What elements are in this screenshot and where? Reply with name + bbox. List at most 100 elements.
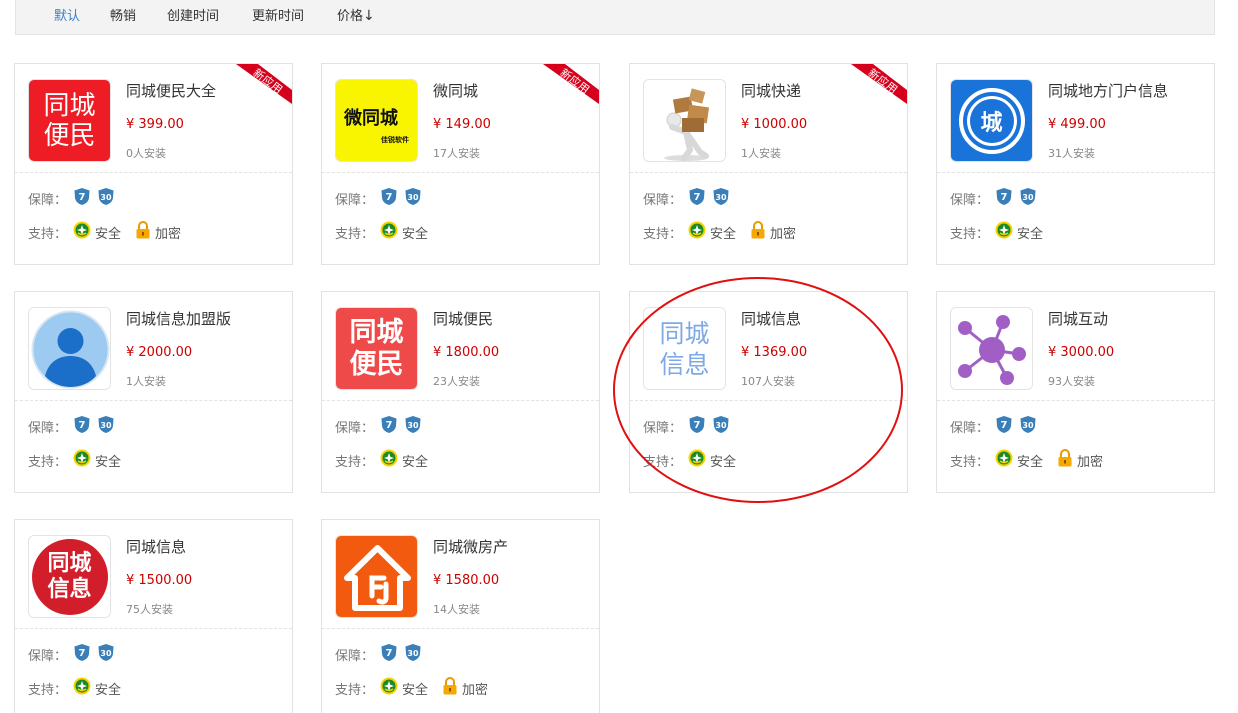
app-card[interactable]: 同城 便民 同城便民大全 ¥ 399.00 0人安装 保障： 7 30 支持： 安… — [14, 63, 293, 265]
app-name[interactable]: 同城信息 — [741, 308, 801, 329]
sort-price[interactable]: 价格↓ — [337, 5, 375, 24]
svg-text:7: 7 — [79, 192, 86, 203]
app-card[interactable]: 同城快递 ¥ 1000.00 1人安装 保障： 7 30 支持： 安全 加密 新… — [629, 63, 908, 265]
app-card[interactable]: 同城 信息 同城信息 ¥ 1369.00 107人安装 保障： 7 30 支持： … — [629, 291, 908, 493]
app-name[interactable]: 微同城 — [433, 80, 478, 101]
new-app-ribbon: 新应用 — [543, 64, 599, 104]
app-installs: 75人安装 — [126, 603, 173, 616]
app-price: ¥ 2000.00 — [126, 345, 193, 360]
app-card[interactable]: 同城 便民 同城便民 ¥ 1800.00 23人安装 保障： 7 30 支持： 安… — [321, 291, 600, 493]
yellow-weitongcheng-icon[interactable]: 微同城 佳锐软件 — [335, 79, 418, 162]
shield-30-day-icon: 30 — [97, 643, 115, 666]
sort-price-label: 价格 — [337, 9, 364, 24]
sort-created-time[interactable]: 创建时间 — [167, 5, 219, 24]
app-price: ¥ 399.00 — [126, 117, 184, 132]
app-price: ¥ 1800.00 — [433, 345, 500, 360]
app-installs: 1人安装 — [126, 375, 166, 388]
app-name[interactable]: 同城便民 — [433, 308, 493, 329]
icon-text: 城 — [969, 98, 1014, 143]
app-card[interactable]: 同城信息加盟版 ¥ 2000.00 1人安装 保障： 7 30 支持： 安全 — [14, 291, 293, 493]
lock-icon — [442, 677, 458, 699]
blue-city-circle-icon[interactable]: 城 — [950, 79, 1033, 162]
support-row: 支持： 安全 — [28, 677, 121, 699]
support-row: 支持： 安全 加密 — [950, 449, 1103, 471]
support-row: 支持： 安全 — [28, 449, 121, 471]
support-row: 支持： 安全 加密 — [335, 677, 488, 699]
icon-text: 同城 — [47, 550, 92, 576]
courier-boxes-icon[interactable] — [643, 79, 726, 162]
svg-text:30: 30 — [715, 193, 727, 202]
guarantee-row: 保障： 7 30 — [643, 415, 736, 438]
safe-shield-icon — [995, 449, 1013, 471]
safe-shield-icon — [995, 221, 1013, 243]
app-name[interactable]: 同城地方门户信息 — [1048, 80, 1168, 101]
support-label: 支持： — [335, 226, 375, 242]
safe-text: 安全 — [95, 682, 122, 698]
app-card[interactable]: 微同城 佳锐软件 微同城 ¥ 149.00 17人安装 保障： 7 30 支持： … — [321, 63, 600, 265]
user-avatar-icon[interactable] — [28, 307, 111, 390]
guarantee-row: 保障： 7 30 — [950, 415, 1043, 438]
app-installs: 17人安装 — [433, 147, 480, 160]
app-card[interactable]: 同城 信息 同城信息 ¥ 1500.00 75人安装 保障： 7 30 支持： 安… — [14, 519, 293, 713]
app-installs: 107人安装 — [741, 375, 795, 388]
svg-text:30: 30 — [100, 649, 112, 658]
svg-text:7: 7 — [79, 648, 86, 659]
red-tongcheng-bianmin-icon[interactable]: 同城 便民 — [28, 79, 111, 162]
support-row: 支持： 安全 加密 — [28, 221, 181, 243]
svg-text:7: 7 — [386, 192, 393, 203]
lock-icon — [1057, 449, 1073, 471]
guarantee-label: 保障： — [335, 421, 375, 436]
safe-text: 安全 — [710, 226, 737, 242]
icon-text: 信息 — [659, 349, 710, 379]
guarantee-label: 保障： — [335, 649, 375, 664]
support-row: 支持： 安全 加密 — [643, 221, 796, 243]
app-card-top: 同城微房产 ¥ 1580.00 14人安装 — [322, 520, 599, 629]
new-app-ribbon: 新应用 — [236, 64, 292, 104]
app-price: ¥ 149.00 — [433, 117, 491, 132]
new-app-ribbon: 新应用 — [851, 64, 907, 104]
app-name[interactable]: 同城微房产 — [433, 536, 508, 557]
support-label: 支持： — [28, 454, 68, 470]
sort-bar: 默认 畅销 创建时间 更新时间 价格↓ — [15, 0, 1215, 35]
encrypt-text: 加密 — [1077, 454, 1104, 470]
purple-network-icon[interactable] — [950, 307, 1033, 390]
icon-text: 佳锐软件 — [381, 136, 409, 144]
svg-text:7: 7 — [1001, 420, 1008, 431]
shield-7-day-icon: 7 — [73, 415, 91, 438]
app-name[interactable]: 同城互动 — [1048, 308, 1108, 329]
app-price: ¥ 1369.00 — [741, 345, 808, 360]
shield-30-day-icon: 30 — [1019, 187, 1037, 210]
encrypt-text: 加密 — [155, 226, 182, 242]
app-installs: 31人安装 — [1048, 147, 1095, 160]
light-blue-tongcheng-xinxi-icon[interactable]: 同城 信息 — [643, 307, 726, 390]
sort-default[interactable]: 默认 — [54, 5, 80, 24]
icon-text: 同城 — [349, 316, 404, 348]
lock-icon — [750, 221, 766, 243]
orange-house-icon[interactable] — [335, 535, 418, 618]
app-name[interactable]: 同城信息加盟版 — [126, 308, 231, 329]
shield-7-day-icon: 7 — [995, 415, 1013, 438]
safe-shield-icon — [380, 221, 398, 243]
app-card[interactable]: 城 同城地方门户信息 ¥ 499.00 31人安装 保障： 7 30 支持： 安… — [936, 63, 1215, 265]
shield-7-day-icon: 7 — [688, 187, 706, 210]
app-card[interactable]: 同城微房产 ¥ 1580.00 14人安装 保障： 7 30 支持： 安全 加密 — [321, 519, 600, 713]
app-name[interactable]: 同城便民大全 — [126, 80, 216, 101]
pink-tongcheng-bianmin-icon[interactable]: 同城 便民 — [335, 307, 418, 390]
guarantee-row: 保障： 7 30 — [950, 187, 1043, 210]
sort-bestselling[interactable]: 畅销 — [110, 5, 136, 24]
app-name[interactable]: 同城快递 — [741, 80, 801, 101]
safe-text: 安全 — [402, 682, 429, 698]
guarantee-label: 保障： — [643, 421, 683, 436]
safe-text: 安全 — [402, 454, 429, 470]
support-label: 支持： — [950, 226, 990, 242]
shield-30-day-icon: 30 — [97, 187, 115, 210]
red-circle-tongcheng-xinxi-icon[interactable]: 同城 信息 — [28, 535, 111, 618]
app-name[interactable]: 同城信息 — [126, 536, 186, 557]
svg-text:30: 30 — [407, 421, 419, 430]
encrypt-text: 加密 — [770, 226, 797, 242]
sort-updated-time[interactable]: 更新时间 — [252, 5, 304, 24]
shield-7-day-icon: 7 — [73, 187, 91, 210]
app-card[interactable]: 同城互动 ¥ 3000.00 93人安装 保障： 7 30 支持： 安全 加密 — [936, 291, 1215, 493]
app-price: ¥ 1500.00 — [126, 573, 193, 588]
app-installs: 1人安装 — [741, 147, 781, 160]
